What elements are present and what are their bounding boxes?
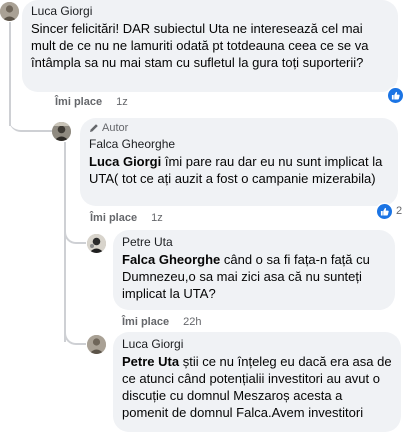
comment-bubble: Luca Giorgi Sincer felicitări! DAR subie… [22, 0, 398, 92]
comment-author[interactable]: Petre Uta [122, 235, 386, 249]
thread-connector [64, 327, 86, 345]
like-reaction-icon [388, 87, 403, 103]
like-button[interactable]: Îmi place [90, 212, 137, 224]
thread-connector [9, 112, 53, 132]
like-button[interactable]: Îmi place [55, 96, 102, 108]
comment-author[interactable]: Falca Gheorghe [89, 137, 389, 151]
reaction-count-value: 2 [396, 205, 403, 217]
comment-actions: Îmi place 22h [122, 316, 201, 328]
author-badge-label: Autor [102, 122, 129, 134]
comment-bubble: Petre Uta Falca Gheorghe când o sa fi fa… [113, 230, 395, 310]
user-avatar-photo[interactable] [52, 122, 71, 141]
comment-bubble: Autor Falca Gheorghe Luca Giorgi îmi par… [80, 118, 398, 206]
comment-actions: Îmi place 1z [55, 96, 128, 108]
like-reaction-icon [377, 203, 392, 219]
thread-connector [64, 226, 86, 244]
comment-time[interactable]: 22h [183, 316, 201, 328]
comment-bubble: Luca Giorgi Petre Uta știi ce nu înțeleg… [113, 332, 401, 432]
thread-line [9, 22, 11, 126]
comment-text: Luca Giorgi îmi pare rau dar eu nu sunt … [89, 153, 389, 187]
comment-actions: Îmi place 1z [90, 212, 163, 224]
thread-line [64, 142, 66, 342]
user-avatar-photo[interactable] [87, 335, 106, 354]
comment-author[interactable]: Luca Giorgi [122, 337, 392, 351]
comment-author[interactable]: Luca Giorgi [31, 4, 389, 18]
reaction-count[interactable] [388, 86, 403, 104]
user-avatar-photo[interactable] [0, 2, 19, 21]
comment-text: Falca Gheorghe când o sa fi fața-n față … [122, 251, 386, 302]
mention-link[interactable]: Falca Gheorghe [122, 252, 220, 267]
reaction-count[interactable]: 2 [377, 202, 402, 220]
like-button[interactable]: Îmi place [122, 316, 169, 328]
comment-text: Sincer felicitări! DAR subiectul Uta ne … [31, 21, 369, 70]
comment-time[interactable]: 1z [151, 212, 163, 224]
author-badge: Autor [89, 122, 389, 134]
comment-time[interactable]: 1z [116, 96, 128, 108]
mention-link[interactable]: Petre Uta [122, 354, 179, 369]
comment-text: Petre Uta știi ce nu înțeleg eu dacă era… [122, 353, 392, 421]
user-avatar-photo[interactable] [87, 234, 106, 253]
mention-link[interactable]: Luca Giorgi [89, 154, 161, 169]
pencil-icon [90, 124, 98, 132]
